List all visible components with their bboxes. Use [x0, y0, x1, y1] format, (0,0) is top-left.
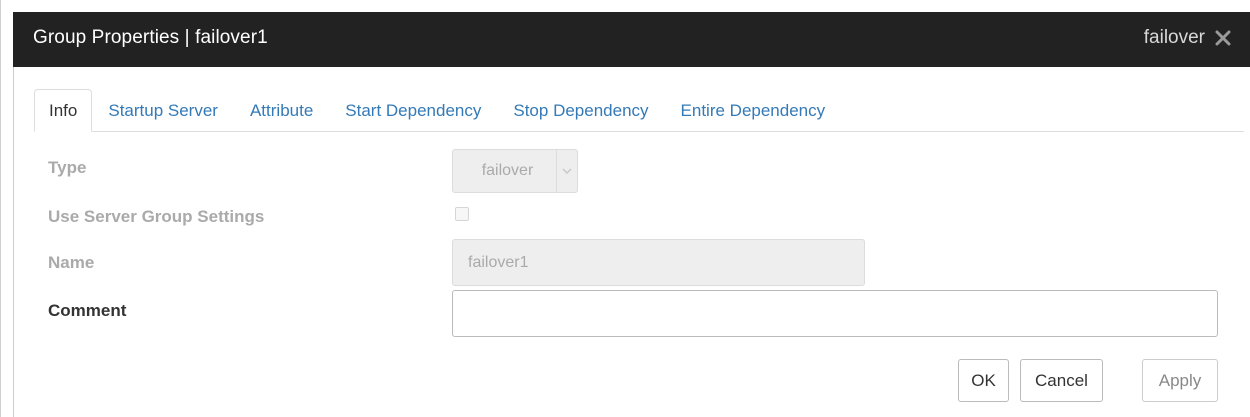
group-type-label: failover	[1143, 27, 1205, 48]
type-label: Type	[48, 158, 87, 177]
comment-field[interactable]	[452, 290, 1218, 337]
comment-label: Comment	[48, 301, 127, 320]
tab-info[interactable]: Info	[34, 89, 93, 132]
apply-button[interactable]: Apply	[1142, 359, 1218, 402]
cancel-button[interactable]: Cancel	[1020, 359, 1103, 402]
use-server-group-label: Use Server Group Settings	[48, 207, 265, 226]
ok-button[interactable]: OK	[958, 359, 1009, 402]
use-server-group-checkbox[interactable]	[455, 207, 469, 221]
type-select-value: failover	[481, 162, 534, 179]
dialog-title: Group Properties | failover1	[33, 27, 268, 48]
type-select[interactable]: failover	[452, 149, 578, 193]
tab-start-dependency[interactable]: Start Dependency	[329, 90, 497, 131]
tab-bar: Info Startup Server Attribute Start Depe…	[34, 89, 1244, 132]
tab-startup-server[interactable]: Startup Server	[92, 90, 234, 131]
close-icon[interactable]	[1215, 30, 1231, 46]
titlebar-right: failover	[1144, 27, 1231, 49]
tab-attribute[interactable]: Attribute	[234, 90, 329, 131]
dialog-body: Info Startup Server Attribute Start Depe…	[13, 67, 1250, 417]
group-properties-dialog: Group Properties | failover1 failover In…	[0, 0, 1250, 417]
tab-stop-dependency[interactable]: Stop Dependency	[497, 90, 664, 131]
name-field[interactable]: failover1	[452, 239, 865, 286]
tab-entire-dependency[interactable]: Entire Dependency	[665, 90, 842, 131]
dialog-titlebar: Group Properties | failover1 failover	[13, 12, 1250, 67]
chevron-down-icon	[556, 150, 577, 192]
name-label: Name	[48, 253, 95, 272]
